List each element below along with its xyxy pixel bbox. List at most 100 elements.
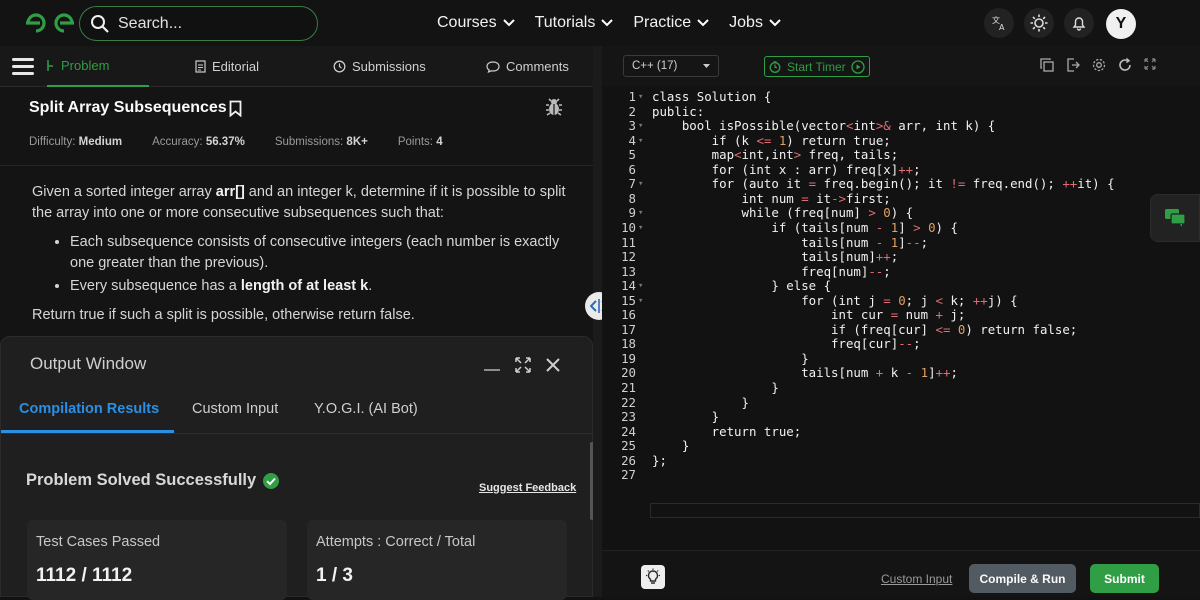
submit-button[interactable]: Submit — [1090, 564, 1159, 593]
import-icon[interactable] — [1066, 58, 1080, 72]
problem-title: Split Array Subsequences — [29, 99, 242, 117]
difficulty-label: Difficulty: — [29, 136, 76, 148]
editor-bottom-bar: Custom Input Compile & Run Submit — [602, 550, 1200, 597]
card-value: 1 / 3 — [316, 565, 353, 586]
tab-editorial[interactable]: Editorial — [195, 46, 259, 87]
chat-button[interactable] — [1150, 194, 1200, 242]
avatar[interactable]: Y — [1106, 9, 1136, 39]
code-text: tails[num]++; — [652, 249, 899, 265]
tab-submissions[interactable]: Submissions — [333, 46, 426, 87]
code-editor[interactable]: 1 ▾ class Solution {2 public: 3 ▾ bool isPoss… — [602, 86, 1200, 550]
line-number: 10 — [621, 219, 636, 235]
fold-icon[interactable]: ▾ — [638, 119, 643, 134]
nav-label: Courses — [437, 14, 497, 31]
active-line-highlight — [650, 503, 1200, 518]
lightbulb-icon — [646, 568, 660, 584]
code-text: if (k <= 1) return true; — [652, 132, 891, 148]
line-number: 24 — [621, 423, 636, 439]
nav-tutorials[interactable]: Tutorials — [535, 14, 614, 32]
line-number: 13 — [621, 263, 636, 279]
code-text: for (int j = 0; j < k; ++j) { — [652, 292, 1018, 308]
code-line: 25 } — [602, 439, 1200, 454]
card-label: Test Cases Passed — [36, 534, 161, 550]
line-number: 18 — [621, 336, 636, 352]
tab-label: Submissions — [352, 59, 426, 74]
menu-icon[interactable] — [12, 58, 34, 76]
attempts-card: Attempts : Correct / Total 1 / 3 — [307, 520, 567, 600]
code-line: 13 freq[num]--; — [602, 263, 1200, 280]
text: Given a sorted integer array — [32, 184, 216, 200]
nav-practice[interactable]: Practice — [633, 14, 709, 32]
check-circle-icon — [263, 472, 280, 489]
line-number: 27 — [621, 467, 636, 483]
output-controls — [483, 357, 561, 373]
tab-problem[interactable]: Problem — [47, 46, 149, 87]
search-box[interactable] — [79, 6, 318, 41]
close-icon[interactable] — [545, 357, 561, 373]
code-line: 20 tails[num + k - 1]++; — [602, 366, 1200, 381]
code-text: int num = it->first; — [652, 190, 891, 206]
submissions-label: Submissions: — [274, 136, 344, 148]
code-text: freq[num]--; — [652, 263, 891, 279]
code-line: 18 freq[cur]--; — [602, 337, 1200, 352]
notifications-button[interactable] — [1064, 8, 1094, 38]
custom-input-link[interactable]: Custom Input — [881, 572, 952, 586]
copy-icon[interactable] — [1040, 58, 1054, 72]
code-line: 27 — [602, 468, 1200, 483]
fullscreen-icon[interactable] — [1144, 58, 1156, 70]
divider — [0, 165, 593, 166]
fold-icon[interactable]: ▾ — [638, 221, 643, 236]
code-line: 17 if (freq[cur] <= 0) return false; — [602, 322, 1200, 338]
code-text: }; — [652, 452, 667, 468]
fold-icon[interactable]: ▾ — [638, 90, 643, 105]
fold-icon[interactable]: ▾ — [638, 177, 643, 192]
panel-splitter[interactable] — [593, 46, 602, 597]
line-number: 12 — [621, 249, 636, 265]
code-text: } — [652, 394, 749, 410]
line-number: 2 — [628, 103, 636, 119]
fold-icon[interactable]: ▾ — [638, 134, 643, 149]
problem-meta: Difficulty: Medium Accuracy: 56.37% Subm… — [29, 136, 443, 148]
code-text: int cur = num + j; — [652, 307, 966, 323]
compile-run-button[interactable]: Compile & Run — [969, 564, 1076, 593]
line-number: 1 — [628, 89, 636, 104]
tab-ai-bot[interactable]: Y.O.G.I. (AI Bot) — [314, 401, 418, 417]
hint-button[interactable] — [641, 565, 665, 589]
bug-report-icon[interactable] — [545, 97, 563, 117]
bookmark-icon[interactable] — [229, 100, 242, 117]
nav-jobs[interactable]: Jobs — [729, 14, 781, 32]
suggest-feedback-link[interactable]: Suggest Feedback — [479, 482, 576, 494]
code-text: } — [652, 438, 690, 454]
settings-icon[interactable] — [1092, 58, 1106, 72]
minimize-icon[interactable] — [483, 358, 501, 372]
search-input[interactable] — [118, 14, 298, 33]
fold-icon[interactable]: ▾ — [638, 279, 643, 294]
points-value: 4 — [436, 136, 443, 148]
code-text: } — [652, 409, 720, 425]
timer-label: Start Timer — [787, 59, 846, 74]
nav-label: Practice — [633, 14, 692, 31]
text: Every subsequence has a — [70, 278, 241, 294]
gfg-logo-icon[interactable] — [22, 9, 78, 37]
description-paragraph: Return true if such a split is possible,… — [32, 307, 415, 323]
points: Points: 4 — [398, 136, 443, 148]
translate-button[interactable]: 文A — [984, 8, 1014, 38]
result-status: Problem Solved Successfully — [26, 471, 280, 490]
fold-icon[interactable]: ▾ — [638, 206, 643, 221]
tab-compilation-results[interactable]: Compilation Results — [19, 401, 159, 417]
difficulty-value: Medium — [78, 136, 123, 148]
expand-icon[interactable] — [515, 357, 531, 373]
tab-comments[interactable]: Comments — [486, 46, 569, 87]
start-timer-button[interactable]: Start Timer — [764, 56, 870, 77]
language-select[interactable]: C++ (17) — [623, 55, 719, 77]
code-line: 1 ▾ class Solution { — [602, 89, 1200, 105]
reset-icon[interactable] — [1118, 58, 1132, 72]
theme-toggle-button[interactable] — [1024, 8, 1054, 38]
nav-courses[interactable]: Courses — [437, 14, 515, 32]
tab-custom-input[interactable]: Custom Input — [192, 401, 278, 417]
timer-icon — [769, 60, 781, 73]
fold-icon[interactable]: ▾ — [638, 294, 643, 309]
tab-label: Comments — [506, 59, 569, 74]
search-icon — [91, 14, 109, 33]
problem-description: Given a sorted integer array arr[] and a… — [32, 182, 572, 326]
